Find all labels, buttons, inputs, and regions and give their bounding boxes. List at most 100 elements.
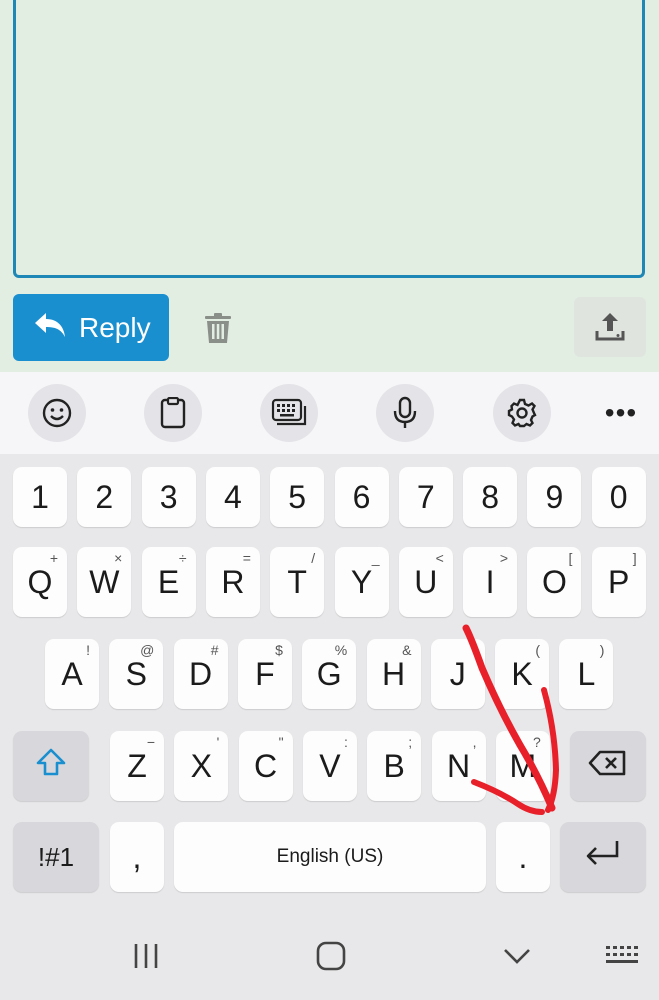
key-l[interactable]: L) bbox=[559, 639, 614, 709]
microphone-icon[interactable] bbox=[376, 384, 434, 442]
key-hint: ) bbox=[599, 642, 605, 658]
period-key[interactable]: . bbox=[496, 822, 550, 892]
message-textbox[interactable] bbox=[13, 0, 645, 278]
key-s[interactable]: S @ bbox=[109, 639, 164, 709]
keyboard-toolbar: ••• bbox=[0, 372, 659, 454]
key-hint: : bbox=[344, 734, 348, 750]
reply-arrow-icon bbox=[33, 311, 67, 344]
key-hint: × bbox=[114, 550, 123, 566]
keyboard-switch-icon[interactable] bbox=[592, 934, 652, 978]
key-label: 3 bbox=[159, 478, 178, 515]
key-k[interactable]: K( bbox=[495, 639, 550, 709]
key-hint: & bbox=[402, 642, 412, 658]
key-label: A bbox=[61, 655, 83, 692]
key-4[interactable]: 4 bbox=[205, 467, 260, 527]
key-9[interactable]: 9 bbox=[527, 467, 582, 527]
key-d[interactable]: D # bbox=[173, 639, 228, 709]
key-hint: ; bbox=[408, 734, 413, 750]
keyboard-mode-icon[interactable] bbox=[260, 384, 318, 442]
key-v[interactable]: V: bbox=[302, 731, 357, 801]
key-r[interactable]: R = bbox=[205, 547, 260, 617]
back-icon[interactable] bbox=[487, 934, 547, 978]
shift-key[interactable] bbox=[13, 731, 89, 801]
key-n[interactable]: N, bbox=[431, 731, 486, 801]
comma-key[interactable]: , bbox=[110, 822, 164, 892]
trash-icon[interactable] bbox=[200, 309, 236, 347]
key-hint: $ bbox=[275, 642, 283, 658]
key-i[interactable]: I > bbox=[463, 547, 518, 617]
key-label: F bbox=[255, 655, 275, 692]
key-hint: [ bbox=[568, 550, 573, 566]
key-8[interactable]: 8 bbox=[463, 467, 518, 527]
key-0[interactable]: 0 bbox=[591, 467, 646, 527]
key-label: I bbox=[485, 563, 495, 600]
key-hint: < bbox=[435, 550, 444, 566]
key-label: 0 bbox=[609, 478, 628, 515]
key-6[interactable]: 6 bbox=[334, 467, 389, 527]
key-u[interactable]: U < bbox=[398, 547, 453, 617]
key-label: X bbox=[190, 747, 212, 784]
enter-key[interactable] bbox=[560, 822, 646, 892]
key-7[interactable]: 7 bbox=[398, 467, 453, 527]
more-options-icon[interactable]: ••• bbox=[592, 384, 650, 442]
key-y[interactable]: Y _ bbox=[334, 547, 389, 617]
compose-area: Reply bbox=[0, 0, 659, 372]
key-label: V bbox=[319, 747, 341, 784]
key-2[interactable]: 2 bbox=[77, 467, 132, 527]
key-label: 6 bbox=[352, 478, 371, 515]
key-hint: # bbox=[210, 642, 219, 658]
key-t[interactable]: T / bbox=[270, 547, 325, 617]
key-label: 9 bbox=[545, 478, 564, 515]
space-key[interactable]: English (US) bbox=[174, 822, 486, 892]
recent-apps-icon[interactable] bbox=[116, 934, 176, 978]
clipboard-icon[interactable] bbox=[144, 384, 202, 442]
key-label: G bbox=[316, 655, 342, 692]
key-hint: + bbox=[49, 550, 58, 566]
key-label: K bbox=[511, 655, 533, 692]
key-label: 2 bbox=[95, 478, 114, 515]
emoji-icon[interactable] bbox=[28, 384, 86, 442]
key-j[interactable]: J bbox=[430, 639, 485, 709]
key-x[interactable]: X ' bbox=[174, 731, 229, 801]
symbols-label: !#1 bbox=[37, 841, 75, 872]
key-label: Z bbox=[127, 747, 147, 784]
key-w[interactable]: W × bbox=[77, 547, 132, 617]
key-f[interactable]: F $ bbox=[237, 639, 292, 709]
key-a[interactable]: A! bbox=[45, 639, 99, 709]
key-c[interactable]: C " bbox=[238, 731, 293, 801]
key-b[interactable]: B; bbox=[367, 731, 422, 801]
key-hint: = bbox=[242, 550, 251, 566]
key-label: O bbox=[541, 563, 567, 600]
key-label: 5 bbox=[288, 478, 307, 515]
key-g[interactable]: G% bbox=[302, 639, 357, 709]
upload-icon[interactable] bbox=[574, 297, 646, 357]
symbols-key[interactable]: !#1 bbox=[13, 822, 99, 892]
key-label: 8 bbox=[481, 478, 499, 515]
key-label: W bbox=[89, 563, 120, 600]
key-label: 1 bbox=[31, 478, 49, 515]
key-hint: − bbox=[146, 734, 155, 750]
key-o[interactable]: O[ bbox=[527, 547, 582, 617]
key-5[interactable]: 5 bbox=[270, 467, 325, 527]
key-e[interactable]: E ÷ bbox=[141, 547, 196, 617]
key-z[interactable]: Z − bbox=[110, 731, 164, 801]
key-label: M bbox=[509, 747, 537, 784]
period-label: . bbox=[518, 838, 528, 875]
key-label: N bbox=[446, 747, 471, 784]
key-label: E bbox=[157, 563, 180, 600]
reply-button[interactable]: Reply bbox=[13, 294, 169, 361]
home-icon[interactable] bbox=[301, 934, 361, 978]
key-h[interactable]: H & bbox=[366, 639, 421, 709]
comma-label: , bbox=[132, 838, 142, 875]
key-m[interactable]: M? bbox=[495, 731, 550, 801]
key-p[interactable]: P] bbox=[591, 547, 646, 617]
key-label: 4 bbox=[223, 478, 242, 515]
key-hint: @ bbox=[140, 642, 155, 658]
key-q[interactable]: Q + bbox=[13, 547, 67, 617]
key-3[interactable]: 3 bbox=[141, 467, 196, 527]
backspace-key[interactable] bbox=[570, 731, 646, 801]
key-label: 7 bbox=[416, 478, 435, 515]
key-1[interactable]: 1 bbox=[13, 467, 67, 527]
settings-icon[interactable] bbox=[493, 384, 551, 442]
key-label: S bbox=[125, 655, 147, 692]
